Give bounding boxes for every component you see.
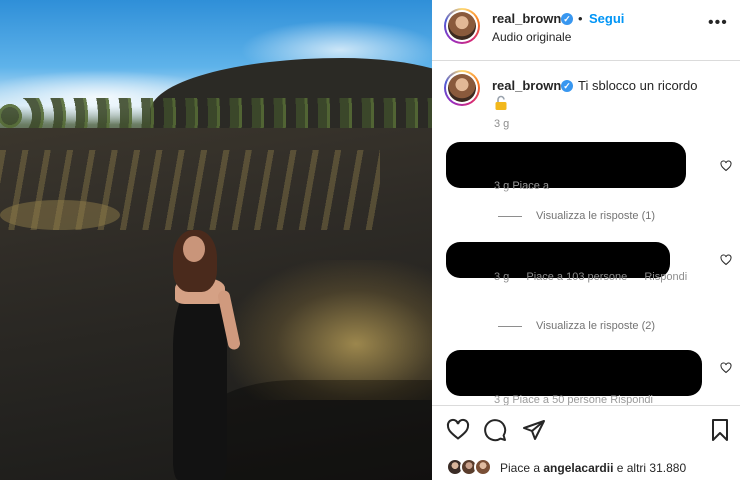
reply-button[interactable]: Rispondi: [644, 271, 687, 283]
follow-button[interactable]: Segui: [589, 11, 624, 26]
heart-icon[interactable]: [720, 160, 732, 172]
dry-grass: [230, 260, 432, 400]
view-replies-link[interactable]: Visualizza le risposte (2): [498, 320, 655, 332]
likes-summary[interactable]: Piace a angelacardii e altri 31.880: [500, 461, 686, 475]
post-media[interactable]: [0, 0, 432, 480]
comment-likes[interactable]: Piace a 103 persone: [526, 271, 627, 283]
author-avatar[interactable]: [444, 8, 480, 44]
dry-grass: [0, 200, 120, 230]
verified-badge-icon: ✓: [561, 13, 573, 25]
audio-label[interactable]: Audio originale: [492, 30, 571, 44]
heart-icon[interactable]: [446, 418, 470, 442]
share-icon[interactable]: [522, 418, 546, 442]
caption-text: Ti sblocco un ricordo: [578, 78, 698, 93]
header-divider: [432, 60, 740, 61]
heart-icon[interactable]: [720, 362, 732, 374]
liker-avatar[interactable]: [474, 458, 492, 476]
unlocked-lock-emoji: [495, 95, 507, 110]
comment-icon[interactable]: [483, 418, 507, 442]
separator-dot: •: [578, 11, 583, 26]
replies-line: [498, 215, 522, 217]
redacted-comment: [446, 350, 702, 396]
caption-time: 3 g: [494, 118, 510, 130]
verified-badge-icon: ✓: [561, 80, 573, 92]
author-username[interactable]: real_brown: [492, 11, 561, 26]
comment-meta: 3 g Piace a 103 persone Rispondi: [494, 271, 701, 283]
post-side-panel: [432, 0, 740, 480]
liker-username[interactable]: angelacardii: [543, 461, 613, 475]
caption-username[interactable]: real_brown: [492, 78, 561, 93]
actions-divider: [432, 405, 740, 406]
comment-time: 3 g: [494, 271, 510, 283]
woman-figure: [165, 230, 245, 480]
bookmark-icon[interactable]: [708, 418, 732, 442]
comment-meta: 3 g Piace a: [494, 180, 550, 192]
face: [183, 236, 205, 262]
caption-avatar[interactable]: [444, 70, 480, 106]
heart-icon[interactable]: [720, 254, 732, 266]
black-dress: [173, 292, 227, 480]
more-options-icon[interactable]: •••: [708, 14, 728, 32]
redacted-comment: [446, 142, 686, 188]
view-replies-link[interactable]: Visualizza le risposte (1): [498, 210, 655, 222]
replies-line: [498, 325, 522, 327]
